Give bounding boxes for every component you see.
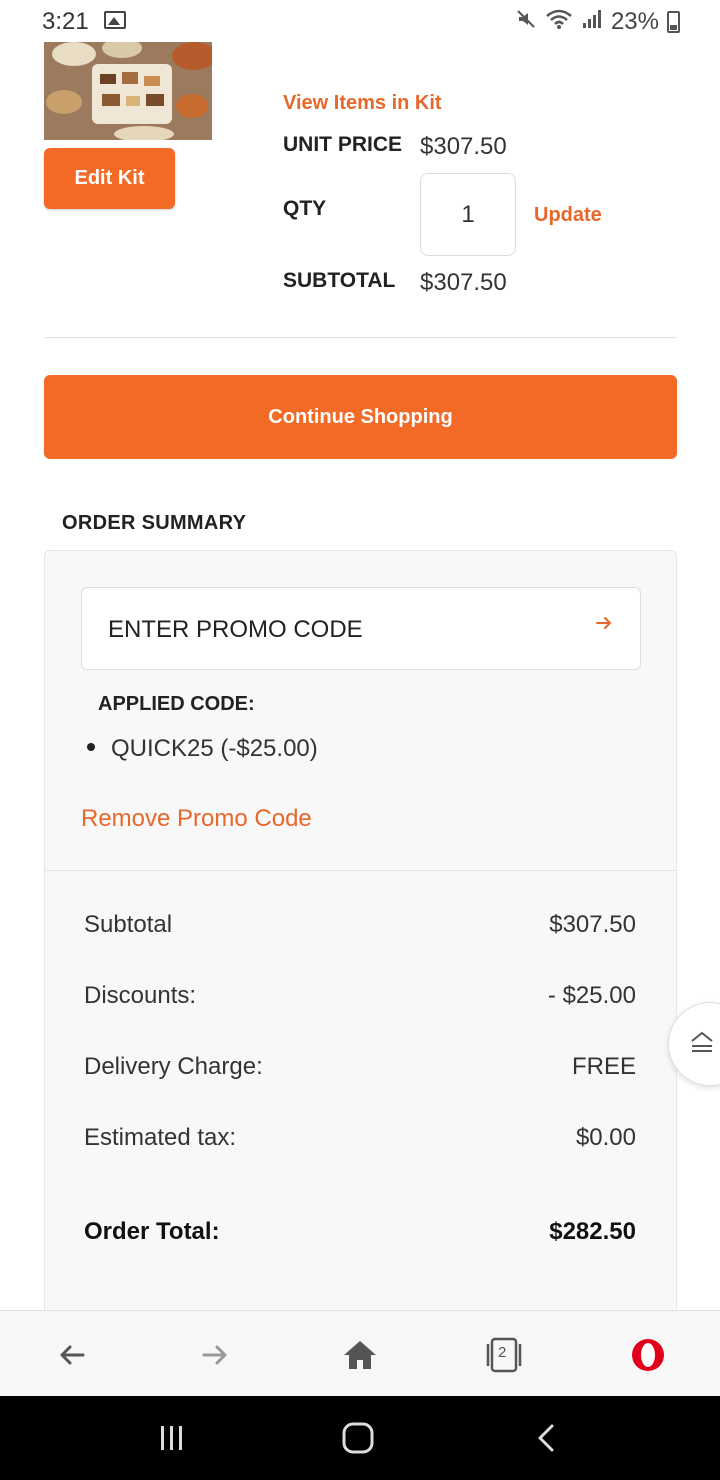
applied-code-label: APPLIED CODE:	[98, 693, 255, 715]
mute-icon	[515, 8, 537, 36]
system-navigation-bar	[0, 1396, 720, 1480]
order-summary-heading: ORDER SUMMARY	[62, 512, 247, 534]
home-button-icon[interactable]	[336, 1418, 380, 1458]
update-quantity-link[interactable]: Update	[534, 204, 602, 227]
discounts-value: - $25.00	[547, 982, 636, 1009]
estimated-tax-label: Estimated tax:	[84, 1124, 237, 1151]
back-nav-icon[interactable]	[524, 1418, 568, 1458]
qty-label: QTY	[283, 197, 327, 220]
battery-icon	[667, 11, 680, 33]
subtotal-label: SUBTOTAL	[283, 269, 396, 292]
summary-subtotal-value: $307.50	[549, 911, 636, 938]
arrow-right-icon[interactable]	[594, 612, 614, 640]
status-time: 3:21	[42, 8, 89, 35]
quantity-value: 1	[461, 200, 475, 228]
summary-subtotal-label: Subtotal	[84, 911, 173, 938]
recent-apps-icon[interactable]	[150, 1418, 194, 1458]
applied-code-item: QUICK25 (-$25.00)	[111, 735, 318, 762]
order-total-value: $282.50	[549, 1218, 636, 1245]
divider	[44, 337, 677, 338]
discounts-label: Discounts:	[84, 982, 197, 1009]
opera-menu-icon[interactable]	[624, 1331, 672, 1379]
home-icon[interactable]	[336, 1331, 384, 1379]
browser-toolbar: 2	[0, 1310, 720, 1396]
battery-percent: 23%	[610, 8, 659, 35]
status-bar: 3:21 23%	[0, 0, 720, 42]
edit-kit-button[interactable]: Edit Kit	[44, 148, 175, 209]
remove-promo-code-link[interactable]: Remove Promo Code	[81, 805, 312, 833]
forward-arrow-icon[interactable]	[191, 1331, 239, 1379]
order-summary-card: ENTER PROMO CODE APPLIED CODE: QUICK25 (…	[44, 550, 677, 1350]
delivery-charge-value: FREE	[571, 1053, 636, 1080]
promo-code-input[interactable]: ENTER PROMO CODE	[81, 587, 641, 670]
subtotal-value: $307.50	[420, 269, 507, 296]
signal-icon	[581, 8, 603, 36]
unit-price-value: $307.50	[420, 133, 507, 160]
view-items-in-kit-link[interactable]: View Items in Kit	[283, 92, 442, 115]
back-arrow-icon[interactable]	[48, 1331, 96, 1379]
image-icon	[104, 11, 126, 29]
estimated-tax-value: $0.00	[575, 1124, 636, 1151]
card-divider	[45, 870, 676, 871]
bullet-icon	[87, 743, 95, 751]
delivery-charge-label: Delivery Charge:	[84, 1053, 263, 1080]
continue-shopping-button[interactable]: Continue Shopping	[44, 375, 677, 459]
order-total-label: Order Total:	[84, 1218, 220, 1245]
tabs-button[interactable]: 2	[480, 1331, 528, 1379]
tab-count: 2	[498, 1344, 507, 1361]
promo-code-placeholder: ENTER PROMO CODE	[108, 616, 363, 643]
product-image[interactable]	[44, 42, 212, 140]
unit-price-label: UNIT PRICE	[283, 133, 403, 156]
scroll-up-icon	[689, 1029, 715, 1060]
status-icons: 23%	[515, 8, 680, 36]
quantity-input[interactable]: 1	[420, 173, 516, 256]
wifi-icon	[545, 8, 573, 36]
